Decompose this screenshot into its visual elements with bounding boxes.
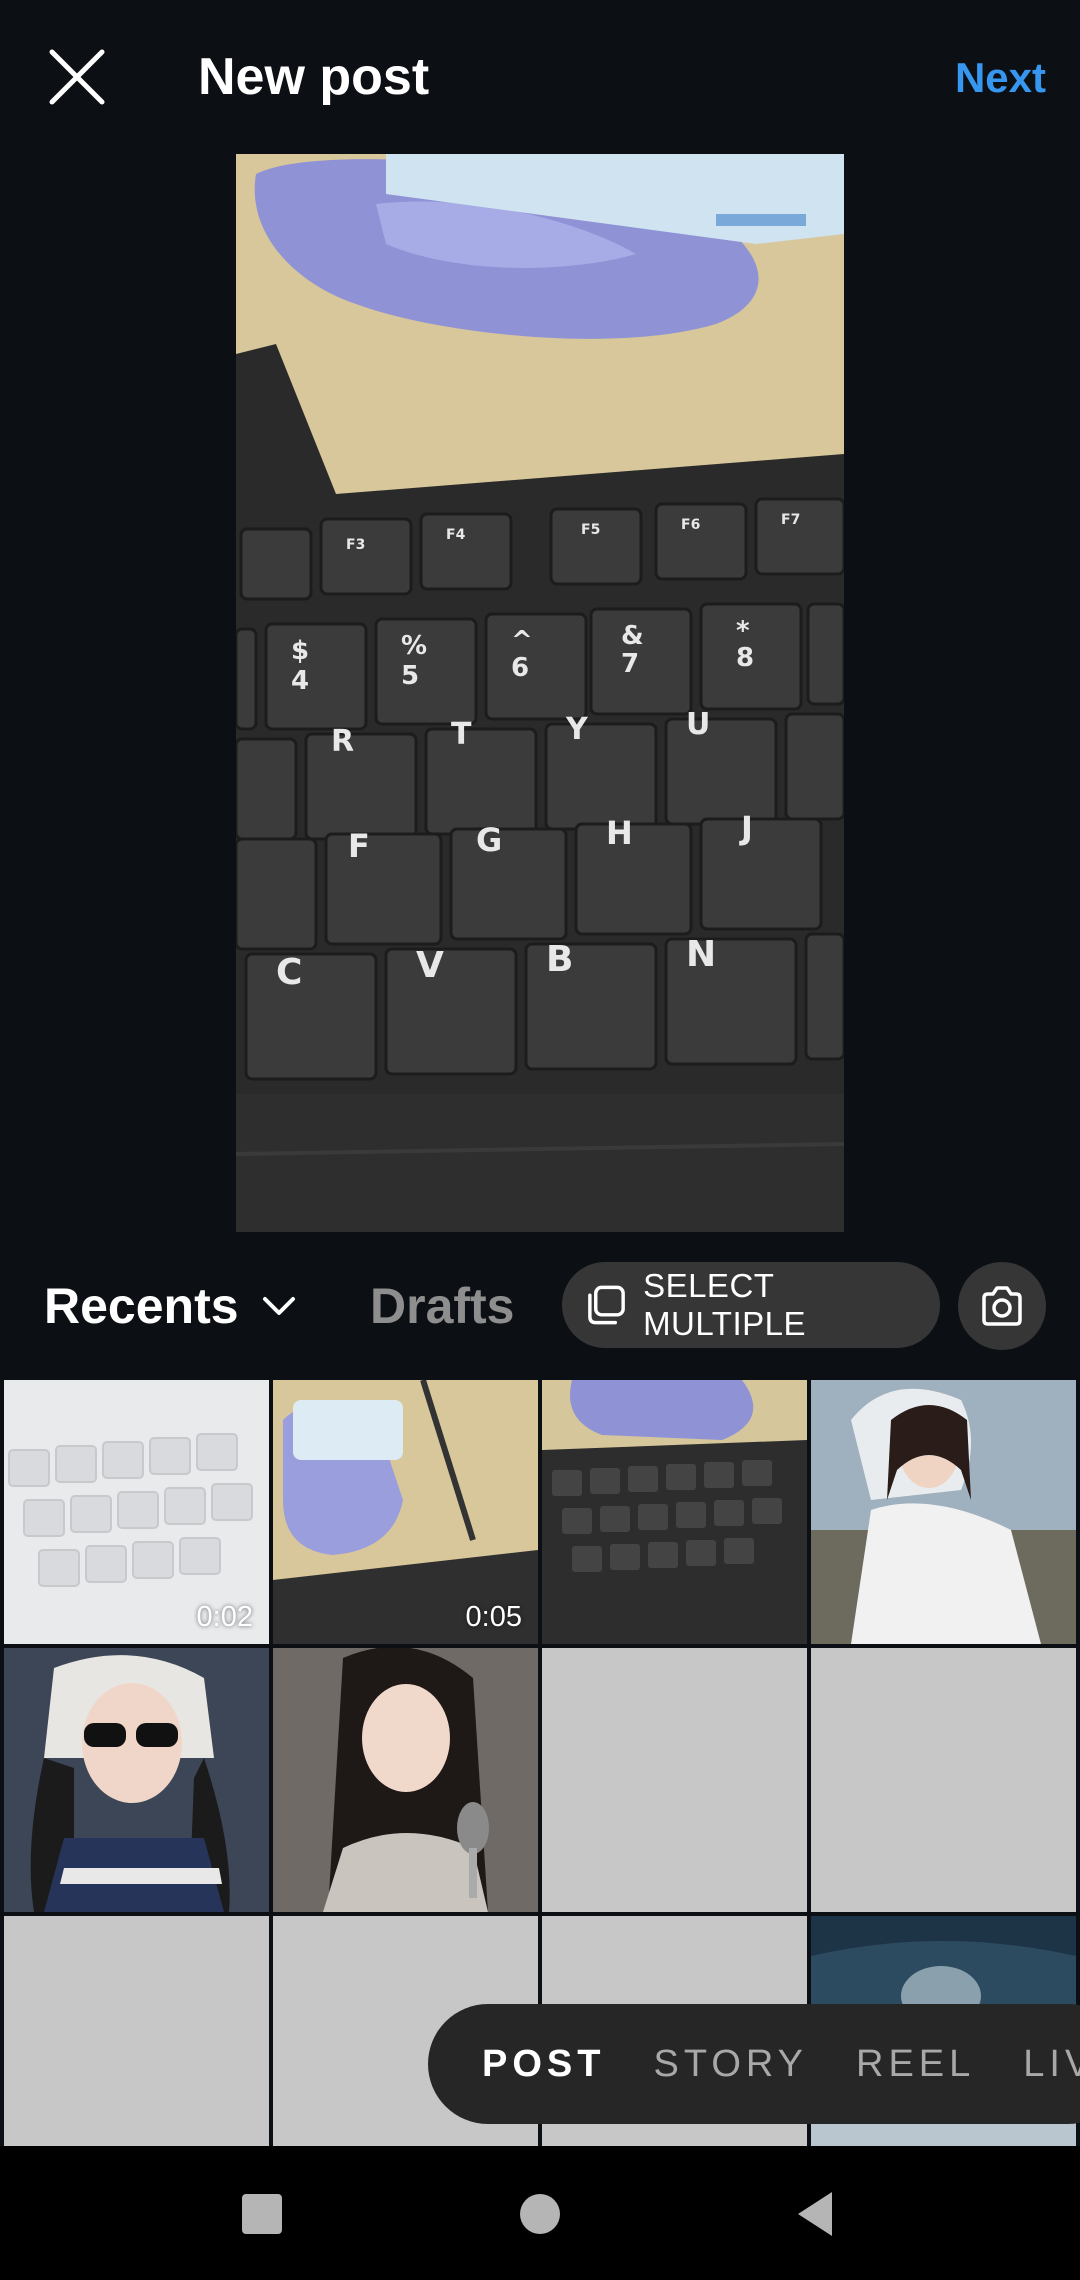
album-selector[interactable]: Recents <box>44 1276 297 1336</box>
svg-text:%: % <box>401 631 427 661</box>
select-multiple-label: SELECT MULTIPLE <box>643 1267 806 1342</box>
svg-text:F: F <box>348 827 370 865</box>
close-icon[interactable] <box>44 44 110 110</box>
camera-icon <box>982 1286 1022 1326</box>
grid-thumbnail[interactable]: 0:05 <box>273 1380 538 1644</box>
svg-text:B: B <box>546 939 573 980</box>
svg-text:$: $ <box>291 636 309 666</box>
top-bar: New post Next <box>0 0 1080 150</box>
mode-switcher: POST STORY REEL LIVE <box>428 2004 1080 2124</box>
grid-thumbnail-placeholder[interactable] <box>4 1916 269 2146</box>
media-preview[interactable]: F3 F4 F5 F6 F7 $ 4 % 5 ^ 6 & 7 * 8 R T Y… <box>236 154 844 1232</box>
svg-text:5: 5 <box>401 661 419 691</box>
svg-text:C: C <box>276 952 302 993</box>
grid-thumbnail[interactable] <box>273 1648 538 1912</box>
portrait-photo-thumbnail <box>273 1648 538 1912</box>
mode-live[interactable]: LIVE <box>1023 2043 1080 2086</box>
svg-text:8: 8 <box>736 643 754 673</box>
svg-text:&: & <box>621 621 644 651</box>
svg-text:R: R <box>331 724 354 759</box>
mode-story[interactable]: STORY <box>653 2043 808 2086</box>
grid-thumbnail-placeholder[interactable] <box>542 1648 807 1912</box>
drafts-tab[interactable]: Drafts <box>370 1276 514 1336</box>
mode-post[interactable]: POST <box>482 2043 605 2086</box>
album-label: Recents <box>44 1278 239 1334</box>
svg-text:N: N <box>686 934 716 975</box>
home-circle-icon[interactable] <box>512 2186 568 2242</box>
multiple-select-icon <box>588 1285 625 1325</box>
svg-text:4: 4 <box>291 666 309 696</box>
keyboard-photo-thumbnail <box>542 1380 807 1644</box>
grid-thumbnail[interactable] <box>4 1648 269 1912</box>
preview-image: F3 F4 F5 F6 F7 $ 4 % 5 ^ 6 & 7 * 8 R T Y… <box>236 154 844 1232</box>
grid-thumbnail[interactable] <box>542 1380 807 1644</box>
svg-text:T: T <box>451 717 472 752</box>
svg-text:F5: F5 <box>581 522 600 538</box>
portrait-photo-thumbnail <box>811 1380 1076 1644</box>
svg-text:Y: Y <box>565 712 589 747</box>
system-nav-bar <box>0 2146 1080 2280</box>
svg-text:F3: F3 <box>346 537 365 553</box>
svg-text:U: U <box>686 707 710 742</box>
grid-thumbnail-placeholder[interactable] <box>811 1648 1076 1912</box>
select-multiple-button[interactable]: SELECT MULTIPLE <box>562 1262 940 1348</box>
svg-text:6: 6 <box>511 653 529 683</box>
svg-text:V: V <box>416 945 444 986</box>
svg-text:G: G <box>476 821 502 859</box>
svg-text:F7: F7 <box>781 512 800 528</box>
grid-thumbnail[interactable] <box>811 1380 1076 1644</box>
page-title: New post <box>198 48 430 106</box>
svg-text:^: ^ <box>511 626 533 656</box>
camera-button[interactable] <box>958 1262 1046 1350</box>
video-duration: 0:05 <box>465 1601 522 1633</box>
svg-text:F4: F4 <box>446 527 466 543</box>
video-duration: 0:02 <box>196 1601 253 1633</box>
mode-reel[interactable]: REEL <box>856 2043 975 2086</box>
svg-text:J: J <box>739 809 753 847</box>
back-triangle-icon[interactable] <box>790 2186 846 2242</box>
chevron-down-icon <box>262 1297 295 1315</box>
recents-square-icon[interactable] <box>234 2186 290 2242</box>
svg-text:F6: F6 <box>681 517 700 533</box>
portrait-photo-thumbnail <box>4 1648 269 1912</box>
grid-thumbnail[interactable]: 0:02 <box>4 1380 269 1644</box>
gallery-toolbar: Recents Drafts SELECT MULTIPLE <box>0 1250 1080 1360</box>
svg-text:*: * <box>736 616 750 646</box>
svg-text:H: H <box>606 814 633 852</box>
next-button[interactable]: Next <box>955 48 1046 108</box>
svg-text:7: 7 <box>621 649 639 679</box>
